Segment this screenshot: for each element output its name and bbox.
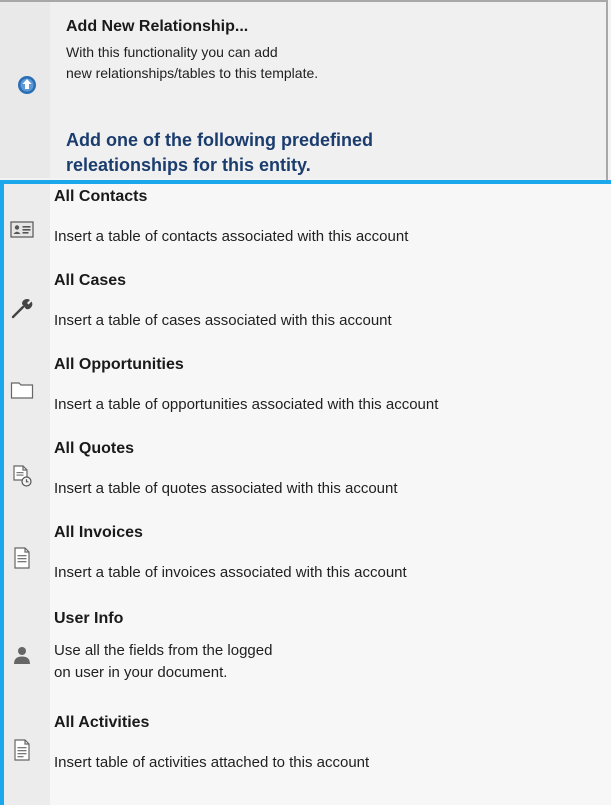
item-description: Insert a table of opportunities associat… (54, 396, 439, 413)
add-new-desc-line1: With this functionality you can add (66, 44, 278, 60)
relationship-menu: Add New Relationship... With this functi… (0, 0, 611, 805)
list-item-all-opportunities[interactable]: All Opportunities Insert a table of oppo… (4, 356, 611, 438)
list-item-all-quotes[interactable]: All Quotes Insert a table of quotes asso… (4, 440, 611, 522)
item-desc-line2: on user in your document. (54, 664, 228, 681)
item-title: All Opportunities (54, 356, 184, 373)
item-description: Use all the fields from the logged on us… (54, 640, 594, 684)
wrench-icon (10, 296, 34, 320)
upload-circle-icon (16, 74, 38, 96)
list-item-all-invoices[interactable]: All Invoices Insert a table of invoices … (4, 524, 611, 606)
item-title: All Invoices (54, 524, 143, 541)
predefined-section-heading: Add one of the following predefined rele… (66, 128, 486, 178)
invoice-document-icon (10, 546, 34, 570)
item-description: Insert a table of quotes associated with… (54, 480, 398, 497)
item-title: All Cases (54, 272, 127, 289)
contact-card-icon (10, 218, 34, 242)
user-icon (10, 644, 34, 668)
add-new-description: With this functionality you can add new … (66, 42, 566, 84)
add-new-desc-line2: new relationships/tables to this templat… (66, 65, 319, 81)
item-title: All Activities (54, 714, 150, 731)
quote-document-icon (10, 464, 34, 488)
item-description: Insert a table of cases associated with … (54, 312, 392, 329)
add-new-title: Add New Relationship... (66, 18, 249, 35)
list-item-user-info[interactable]: User Info Use all the fields from the lo… (4, 610, 611, 710)
item-title: All Contacts (54, 188, 148, 205)
folder-icon (10, 378, 34, 402)
activities-document-icon (10, 738, 34, 762)
predefined-heading-line1: Add one of the following predefined (66, 130, 373, 150)
predefined-relationship-list: All Contacts Insert a table of contacts … (0, 180, 611, 805)
item-description: Insert a table of contacts associated wi… (54, 228, 409, 245)
item-title: User Info (54, 610, 124, 627)
item-description: Insert table of activities attached to t… (54, 754, 370, 771)
item-description: Insert a table of invoices associated wi… (54, 564, 407, 581)
item-desc-line1: Use all the fields from the logged (54, 642, 273, 659)
list-item-all-contacts[interactable]: All Contacts Insert a table of contacts … (4, 188, 611, 270)
list-item-all-cases[interactable]: All Cases Insert a table of cases associ… (4, 272, 611, 354)
add-new-relationship-item[interactable]: Add New Relationship... With this functi… (0, 18, 606, 98)
item-title: All Quotes (54, 440, 135, 457)
predefined-heading-line2: releationships for this entity. (66, 155, 311, 175)
list-item-all-activities[interactable]: All Activities Insert table of activitie… (4, 714, 611, 796)
